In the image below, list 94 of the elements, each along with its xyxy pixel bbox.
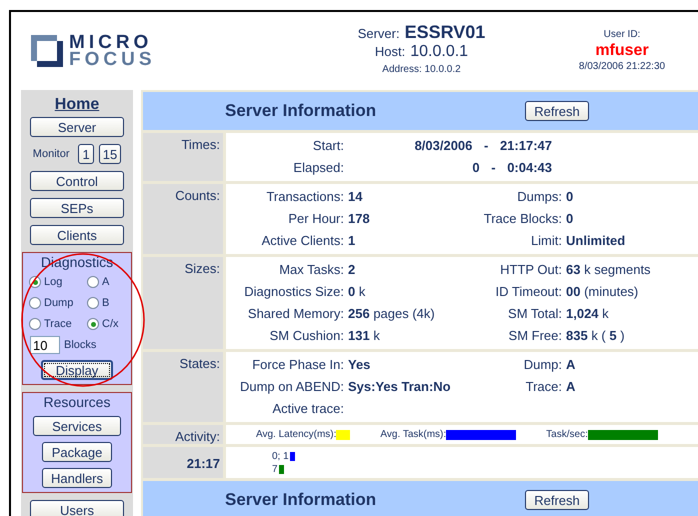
field-value: 131 k xyxy=(348,328,381,343)
field-value: 14 xyxy=(348,189,364,204)
server-label: Server: xyxy=(358,25,400,43)
panel-title: Resources xyxy=(44,395,110,410)
address-text: Address: 10.0.0.2 xyxy=(382,63,461,77)
field-label: Start: xyxy=(312,138,344,153)
radio-button[interactable] xyxy=(87,297,99,309)
field-label: SM Cushion: xyxy=(268,328,344,343)
field-label: Trace Blocks: xyxy=(482,211,562,226)
radio-label: Trace xyxy=(44,318,72,330)
field-value: 178 xyxy=(348,211,371,226)
display-button[interactable]: Display xyxy=(41,360,113,380)
logo-text: MICRO xyxy=(69,34,154,51)
radio-button[interactable] xyxy=(29,297,41,309)
blocks-field[interactable]: 10 xyxy=(30,336,60,354)
field-label: HTTP Out: xyxy=(499,262,562,277)
field-value: 00 (minutes) xyxy=(566,284,640,299)
refresh-button[interactable]: Refresh xyxy=(525,101,589,121)
field-value: 1 xyxy=(348,233,356,248)
section-title: Server Information xyxy=(225,490,378,510)
home-link[interactable]: Home xyxy=(54,96,100,114)
field-value: Sys:Yes Tran:No xyxy=(348,379,452,394)
legend-label: Task/sec: xyxy=(546,429,588,440)
field-value: 0 xyxy=(566,189,574,204)
monitor-label: Monitor xyxy=(32,148,70,160)
row-label: Sizes: xyxy=(143,257,223,349)
field-value: 0 xyxy=(566,211,574,226)
field-value: 2 xyxy=(348,262,356,277)
field-label: Per Hour: xyxy=(287,211,344,226)
nav-button[interactable]: Services xyxy=(33,416,121,436)
nav-button[interactable]: 1 xyxy=(78,144,94,164)
logo-text: FOCUS xyxy=(69,51,156,68)
blocks-label: Blocks xyxy=(64,339,96,351)
field-value: Yes xyxy=(348,357,372,372)
radio-label: A xyxy=(102,276,110,288)
radio-button[interactable] xyxy=(29,318,41,330)
logo-icon xyxy=(31,35,63,67)
field-label: Diagnostics Size: xyxy=(243,284,344,299)
field-label: ID Timeout: xyxy=(494,284,562,299)
radio-label: Log xyxy=(44,276,62,288)
nav-button[interactable]: Clients xyxy=(30,225,124,245)
date-time: 8/03/2006 21:22:30 xyxy=(578,60,666,74)
host-value: 10.0.0.1 xyxy=(410,43,468,61)
legend-label: Avg. Latency(ms): xyxy=(256,429,336,440)
sample-value: 0; 1 xyxy=(272,451,289,462)
nav-button[interactable]: Control xyxy=(30,171,124,191)
field-label: Limit: xyxy=(530,233,562,248)
field-label: Shared Memory: xyxy=(246,306,344,321)
field-label: SM Total: xyxy=(507,306,562,321)
field-label: Trace: xyxy=(524,379,562,394)
nav-button[interactable]: Package xyxy=(42,442,112,462)
field-label: Transactions: xyxy=(265,189,344,204)
field-value: 8/03/2006 - 21:17:47 xyxy=(414,138,552,153)
row-label: 21:17 xyxy=(143,447,223,478)
field-value: 256 pages (4k) xyxy=(348,306,436,321)
radio-label: Dump xyxy=(44,297,74,309)
field-value: 63 k segments xyxy=(566,262,652,277)
radio-button[interactable] xyxy=(87,276,99,288)
nav-button[interactable]: Users xyxy=(30,500,124,516)
user-id-label: User ID: xyxy=(604,28,640,42)
nav-button[interactable]: Handlers xyxy=(42,468,112,488)
field-value: 0 - 0:04:43 xyxy=(471,160,552,175)
field-label: Dump: xyxy=(522,357,562,372)
field-label: Active trace: xyxy=(271,401,344,416)
field-value: 835 k ( 5 ) xyxy=(566,328,626,343)
field-label: Dumps: xyxy=(516,189,562,204)
legend-label: Avg. Task(ms): xyxy=(380,429,446,440)
host-label: Host: xyxy=(374,43,406,61)
field-label: Max Tasks: xyxy=(278,262,344,277)
radio-button[interactable] xyxy=(87,318,99,330)
row-label: Times: xyxy=(143,133,223,181)
field-value: 1,024 k xyxy=(566,306,610,321)
section-title: Server Information xyxy=(225,101,378,121)
refresh-button[interactable]: Refresh xyxy=(525,490,589,510)
field-value: A xyxy=(566,357,576,372)
field-label: Elapsed: xyxy=(292,160,344,175)
field-value: 0 k xyxy=(348,284,366,299)
field-label: Dump on ABEND: xyxy=(238,379,344,394)
nav-button[interactable]: SEPs xyxy=(30,198,124,218)
sample-value: 7 xyxy=(272,464,278,475)
radio-label: B xyxy=(102,297,110,309)
row-label: States: xyxy=(143,352,223,422)
nav-button[interactable]: 15 xyxy=(98,144,122,164)
nav-button[interactable]: Server xyxy=(30,117,124,137)
field-label: Active Clients: xyxy=(260,233,344,248)
row-label: Counts: xyxy=(143,184,223,254)
field-label: Force Phase In: xyxy=(251,357,344,372)
field-label: SM Free: xyxy=(508,328,562,343)
row-label: Activity: xyxy=(143,425,223,444)
field-value: Unlimited xyxy=(566,233,626,248)
field-value: A xyxy=(566,379,576,394)
server-name: ESSRV01 xyxy=(404,23,486,41)
radio-label: C/x xyxy=(102,318,118,330)
user-name: mfuser xyxy=(595,43,649,59)
